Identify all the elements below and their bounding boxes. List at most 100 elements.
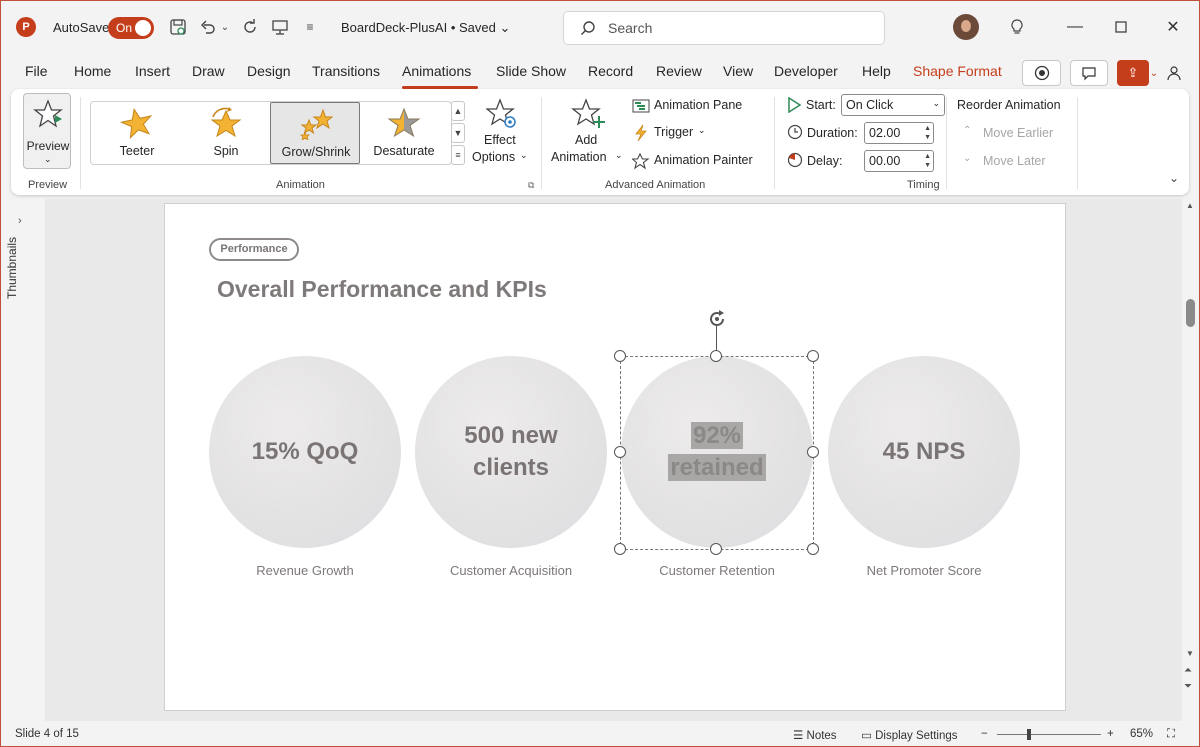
tab-shape-format[interactable]: Shape Format	[913, 63, 1002, 79]
trigger-button[interactable]: Trigger ⌄	[632, 124, 732, 142]
next-slide-icon[interactable]: ⏷	[1184, 681, 1192, 692]
delay-input[interactable]: 00.00 ▲ ▼	[864, 150, 934, 172]
redo-icon[interactable]	[239, 16, 261, 38]
document-title[interactable]: BoardDeck-PlusAI • Saved ⌄	[341, 20, 510, 36]
start-select[interactable]: On Click ⌄	[841, 94, 945, 116]
gallery-item-teeter[interactable]: Teeter	[92, 102, 182, 164]
avatar-face	[961, 20, 971, 32]
ribbon-tabs: File Home Insert Draw Design Transitions…	[1, 59, 1199, 89]
thumbnails-panel[interactable]: › Thumbnails	[1, 199, 45, 721]
save-icon[interactable]	[167, 16, 189, 38]
zoom-out-icon[interactable]: −	[981, 728, 988, 740]
share-button[interactable]: ⇪	[1117, 60, 1149, 86]
coauthor-icon[interactable]	[1163, 60, 1187, 86]
spinner-arrows-icon[interactable]: ▲ ▼	[924, 152, 931, 170]
zoom-slider-thumb[interactable]	[1027, 729, 1031, 740]
animation-pane-button[interactable]: Animation Pane	[632, 97, 772, 115]
gallery-label: Grow/Shrink	[281, 145, 351, 159]
rotate-handle-icon[interactable]	[705, 307, 729, 331]
tab-slide-show[interactable]: Slide Show	[496, 63, 566, 79]
comments-button[interactable]	[1070, 60, 1108, 86]
add-animation-button[interactable]: Add Animation ⌄	[551, 95, 625, 171]
resize-handle-right[interactable]	[807, 446, 819, 458]
undo-dropdown-icon[interactable]: ⌄	[218, 16, 232, 38]
move-earlier-button[interactable]: ⌃ Move Earlier	[963, 125, 1073, 143]
record-button[interactable]	[1022, 60, 1061, 86]
resize-handle-left[interactable]	[614, 446, 626, 458]
gallery-item-spin[interactable]: Spin	[181, 102, 271, 164]
resize-handle-bottom-left[interactable]	[614, 543, 626, 555]
zoom-in-icon[interactable]: +	[1107, 728, 1114, 740]
gallery-expand-icon[interactable]: ≡	[451, 145, 465, 165]
tab-record[interactable]: Record	[588, 63, 633, 79]
minimize-icon[interactable]: —	[1063, 15, 1087, 39]
slide-title[interactable]: Overall Performance and KPIs	[217, 276, 547, 303]
search-box[interactable]: Search	[563, 11, 885, 45]
add-animation-label-1: Add	[575, 133, 598, 147]
tab-developer[interactable]: Developer	[774, 63, 838, 79]
document-title-text: BoardDeck-PlusAI • Saved	[341, 20, 496, 35]
kpi-circle-revenue[interactable]: 15% QoQ	[209, 356, 401, 548]
dialog-launcher-icon[interactable]: ⧉	[528, 180, 534, 191]
previous-slide-icon[interactable]: ⏶	[1184, 665, 1192, 676]
resize-handle-top-left[interactable]	[614, 350, 626, 362]
kpi-label[interactable]: Net Promoter Score	[828, 563, 1020, 578]
tab-insert[interactable]: Insert	[135, 63, 170, 79]
animation-painter-button[interactable]: Animation Painter	[632, 152, 772, 170]
tab-file[interactable]: File	[25, 63, 48, 79]
maximize-icon[interactable]	[1109, 15, 1133, 39]
share-dropdown-icon[interactable]: ⌄	[1149, 60, 1159, 86]
slide-canvas[interactable]: Performance Overall Performance and KPIs…	[164, 203, 1066, 711]
customize-qat-icon[interactable]: ≡	[299, 16, 321, 38]
display-settings-button[interactable]: ▭ Display Settings	[861, 728, 958, 742]
chevron-down-icon: ⌄	[932, 98, 940, 108]
scroll-down-icon[interactable]: ▼	[1186, 649, 1194, 658]
effect-options-button[interactable]: Effect Options ⌄	[470, 95, 534, 171]
lightbulb-icon[interactable]	[1005, 15, 1029, 39]
resize-handle-top-right[interactable]	[807, 350, 819, 362]
kpi-circle-acquisition[interactable]: 500 new clients	[415, 356, 607, 548]
autosave-toggle[interactable]: On	[108, 17, 154, 39]
tab-view[interactable]: View	[723, 63, 753, 79]
tab-home[interactable]: Home	[74, 63, 111, 79]
kpi-circle-nps[interactable]: 45 NPS	[828, 356, 1020, 548]
undo-icon[interactable]	[197, 16, 219, 38]
vertical-scrollbar[interactable]: ▲ ▼ ⏶ ⏷	[1182, 199, 1199, 721]
resize-handle-bottom[interactable]	[710, 543, 722, 555]
present-icon[interactable]	[269, 16, 291, 38]
notes-button[interactable]: ☰ Notes	[793, 728, 837, 742]
kpi-label[interactable]: Revenue Growth	[209, 563, 401, 578]
move-later-button[interactable]: ⌄ Move Later	[963, 153, 1073, 171]
tab-animations[interactable]: Animations	[402, 63, 471, 79]
avatar[interactable]	[953, 14, 979, 40]
fit-slide-icon[interactable]: ⛶	[1167, 728, 1175, 741]
group-separator	[946, 97, 947, 189]
title-bar: P AutoSave On ⌄ ≡ BoardDeck-PlusAI • Sav…	[1, 1, 1199, 55]
gallery-item-grow-shrink[interactable]: Grow/Shrink	[270, 102, 360, 164]
tab-review[interactable]: Review	[656, 63, 702, 79]
scroll-up-icon[interactable]: ▲	[1186, 201, 1194, 210]
record-icon	[1034, 65, 1049, 81]
tab-design[interactable]: Design	[247, 63, 291, 79]
gallery-scroll-up-icon[interactable]: ▲	[451, 101, 465, 121]
resize-handle-top[interactable]	[710, 350, 722, 362]
collapse-ribbon-icon[interactable]: ⌄	[1169, 171, 1179, 185]
tab-transitions[interactable]: Transitions	[312, 63, 380, 79]
animation-pane-label: Animation Pane	[654, 98, 743, 112]
gallery-scroll-down-icon[interactable]: ▼	[451, 123, 465, 143]
duration-input[interactable]: 02.00 ▲ ▼	[864, 122, 934, 144]
tab-help[interactable]: Help	[862, 63, 891, 79]
kpi-label[interactable]: Customer Retention	[621, 563, 813, 578]
close-icon[interactable]: ✕	[1161, 15, 1185, 39]
expand-thumbnails-icon[interactable]: ›	[18, 215, 22, 227]
spinner-arrows-icon[interactable]: ▲ ▼	[924, 124, 931, 142]
section-pill[interactable]: Performance	[209, 238, 299, 261]
tab-draw[interactable]: Draw	[192, 63, 225, 79]
preview-button[interactable]: Preview ⌄	[23, 93, 71, 169]
resize-handle-bottom-right[interactable]	[807, 543, 819, 555]
zoom-slider[interactable]	[997, 734, 1101, 735]
gallery-item-desaturate[interactable]: Desaturate	[359, 102, 449, 164]
scrollbar-thumb[interactable]	[1186, 299, 1195, 327]
zoom-level[interactable]: 65%	[1130, 728, 1153, 740]
kpi-label[interactable]: Customer Acquisition	[415, 563, 607, 578]
